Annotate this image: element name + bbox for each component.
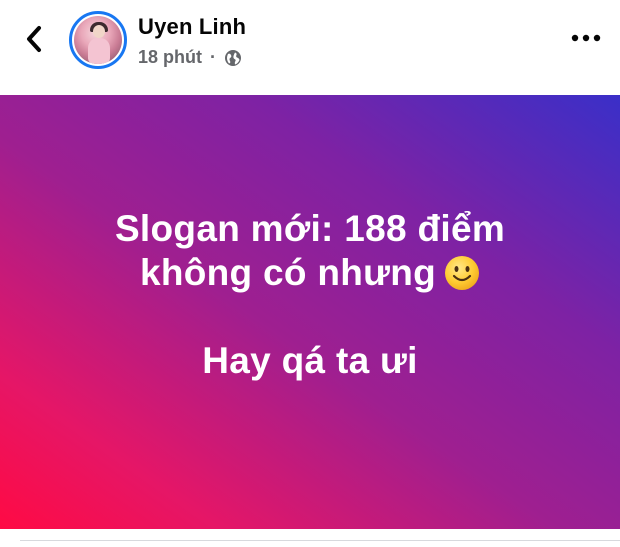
avatar-image [74,16,122,64]
post-line-2: không có nhưng [139,252,437,293]
more-horizontal-icon [571,34,601,42]
globe-icon [225,49,242,66]
back-button[interactable] [18,22,50,56]
chevron-left-icon [27,26,41,52]
post-line-2-wrapper: không có nhưng [140,251,480,295]
post-line-3: Hay qá ta ưi [202,340,418,381]
more-options-button[interactable] [569,26,603,50]
post-text: Slogan mới: 188 điểm không có nhưng Hay … [0,95,620,529]
slightly-smiling-face-icon [445,256,480,290]
meta-separator: · [210,47,217,67]
post-background-card[interactable]: Slogan mới: 188 điểm không có nhưng Hay … [0,95,620,529]
author-name[interactable]: Uyen Linh [138,14,246,40]
post-meta: 18 phút · [138,47,242,68]
avatar[interactable] [69,11,127,69]
post-line-1: Slogan mới: 188 điểm [114,208,506,249]
post-header: Uyen Linh 18 phút · [0,0,620,95]
post-time[interactable]: 18 phút [138,47,202,68]
divider [20,540,620,541]
